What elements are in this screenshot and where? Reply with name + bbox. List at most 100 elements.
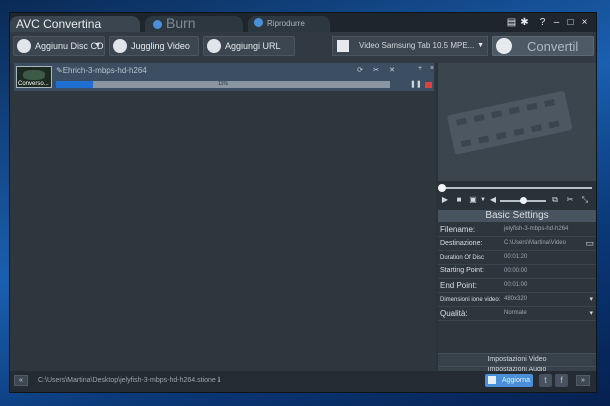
- profile-label: Video Samsung Tab 10.5 MPE...: [359, 41, 475, 50]
- chevron-down-icon: ▼: [477, 42, 484, 49]
- pin-icon[interactable]: ▤: [506, 17, 517, 28]
- start-value[interactable]: 00:00:00: [504, 268, 527, 274]
- help-icon[interactable]: ?: [537, 17, 548, 28]
- settings-row-start[interactable]: Starting Point: 00:00:00: [438, 266, 596, 279]
- file-name[interactable]: ✎Ehrich-3-mbps-hd-h264: [56, 66, 147, 75]
- add-url-icon: [207, 39, 221, 53]
- folder-icon[interactable]: ▭: [585, 238, 594, 249]
- play-tab-icon: [254, 18, 263, 27]
- player-controls: ▶ ■ ▣ ▼ ◀ ⧉ ✂ ⤡: [438, 194, 596, 207]
- duration-label: Duration Of Disc: [440, 255, 485, 261]
- seek-handle[interactable]: [438, 184, 446, 192]
- duration-value: 00:01:20: [504, 254, 528, 260]
- settings-row-destination[interactable]: Destinazione: C:\Users\Martina\Video ▭: [438, 238, 596, 251]
- add-url-button[interactable]: Aggiungi URL: [203, 36, 295, 56]
- progress-text: 11%: [218, 81, 228, 87]
- title-bar: AVC Convertina Burn Riprodurre ▤ ✱ ? – □…: [10, 13, 596, 32]
- settings-icon[interactable]: ✱: [519, 17, 530, 28]
- video-preview: [438, 63, 596, 181]
- destination-label: Destinazione:: [440, 240, 483, 247]
- refresh-icon[interactable]: ⟳: [356, 67, 364, 75]
- volume-icon[interactable]: ◀: [488, 195, 498, 205]
- output-profile-select[interactable]: Video Samsung Tab 10.5 MPE... ▼: [332, 36, 488, 56]
- tab-burn-label: Burn: [166, 16, 196, 31]
- burn-icon: [153, 20, 162, 29]
- seek-track: [442, 187, 592, 189]
- dimension-value[interactable]: 480x320: [504, 296, 527, 302]
- toolbar: Aggiunu Disc CD ▼ Juggling Video Aggiung…: [10, 32, 596, 63]
- fullscreen-icon[interactable]: ⤡: [580, 195, 590, 205]
- thumbnail-image: [23, 70, 45, 80]
- stop-icon[interactable]: [425, 82, 432, 88]
- filename-label: Filename:: [440, 225, 476, 234]
- settings-row-end[interactable]: End Point: 00:01:00: [438, 280, 596, 293]
- output-path: C:\Users\Martina\Desktop\jelyfish-3-mbps…: [38, 377, 221, 384]
- chevron-down-icon[interactable]: ▾: [589, 295, 593, 303]
- add-disc-button[interactable]: Aggiunu Disc CD ▼: [13, 36, 105, 56]
- play-icon[interactable]: ▶: [440, 195, 450, 205]
- tab-play[interactable]: Riprodurre: [248, 16, 330, 32]
- list-item[interactable]: Converso... ✎Ehrich-3-mbps-hd-h264 11% ⟳…: [14, 63, 434, 91]
- next-button[interactable]: »: [576, 375, 590, 386]
- update-label: Aggiorna: [501, 377, 530, 384]
- add-icon[interactable]: +: [416, 65, 424, 73]
- convert-icon: [496, 38, 512, 54]
- start-label: Starting Point:: [440, 267, 484, 274]
- app-window: AVC Convertina Burn Riprodurre ▤ ✱ ? – □…: [9, 12, 597, 393]
- add-video-label: Juggling Video: [131, 41, 190, 51]
- copy-icon[interactable]: ⧉: [550, 195, 560, 205]
- end-label: End Point:: [440, 281, 477, 290]
- remove-icon[interactable]: ×: [428, 65, 436, 73]
- tab-play-label: Riprodurre: [267, 19, 305, 28]
- scissors-icon[interactable]: ✂: [372, 67, 380, 75]
- tab-convert[interactable]: AVC Convertina: [10, 16, 140, 32]
- seek-bar[interactable]: [438, 183, 596, 193]
- settings-title: Basic Settings: [438, 210, 596, 222]
- thumbnail-caption: Converso...: [18, 81, 49, 87]
- progress-bar: 11%: [56, 81, 390, 88]
- quality-value[interactable]: Normale: [504, 310, 527, 316]
- basic-settings-panel: Basic Settings Filename: jelyfish-3-mbps…: [438, 210, 596, 371]
- chevron-down-icon[interactable]: ▼: [478, 195, 488, 205]
- file-list: Converso... ✎Ehrich-3-mbps-hd-h264 11% ⟳…: [10, 63, 436, 371]
- update-button[interactable]: Aggiorna: [485, 374, 533, 387]
- video-thumbnail: Converso...: [16, 66, 52, 88]
- settings-row-dimension[interactable]: Dimensioni ione video: 480x320 ▾: [438, 294, 596, 307]
- add-video-icon: [113, 39, 127, 53]
- dimension-label: Dimensioni ione video:: [440, 297, 501, 303]
- maximize-button[interactable]: □: [565, 17, 576, 28]
- close-button[interactable]: ×: [579, 17, 590, 28]
- convert-button[interactable]: Convertil: [492, 36, 594, 56]
- snapshot-icon[interactable]: ▣: [468, 195, 478, 205]
- settings-row-quality[interactable]: Qualità: Normale ▾: [438, 308, 596, 321]
- chevron-down-icon[interactable]: ▼: [94, 37, 101, 55]
- preview-panel: ▶ ■ ▣ ▼ ◀ ⧉ ✂ ⤡ Basic Settings Filename:…: [438, 63, 596, 371]
- chevron-down-icon[interactable]: ▾: [589, 309, 593, 317]
- add-url-label: Aggiungi URL: [225, 41, 281, 51]
- profile-icon: [337, 40, 349, 52]
- scissors-icon[interactable]: ✂: [565, 195, 575, 205]
- volume-handle[interactable]: [520, 197, 527, 204]
- tab-burn[interactable]: Burn: [145, 16, 243, 32]
- add-disc-icon: [17, 39, 31, 53]
- video-settings-button[interactable]: Impostazioni Video: [438, 353, 596, 366]
- minimize-button[interactable]: –: [551, 17, 562, 28]
- status-bar: « C:\Users\Martina\Desktop\jelyfish-3-mb…: [10, 371, 596, 392]
- stop-icon[interactable]: ■: [454, 195, 464, 205]
- add-video-button[interactable]: Juggling Video: [109, 36, 199, 56]
- prev-button[interactable]: «: [14, 375, 28, 386]
- facebook-icon[interactable]: f: [555, 374, 568, 387]
- filename-value[interactable]: jelyfish-3-mbps-hd-h264: [504, 226, 568, 232]
- pause-icon[interactable]: ❚❚: [410, 81, 422, 89]
- end-value[interactable]: 00:01:00: [504, 282, 527, 288]
- effects-icon[interactable]: ✕: [388, 67, 396, 75]
- settings-row-filename[interactable]: Filename: jelyfish-3-mbps-hd-h264: [438, 224, 596, 237]
- settings-row-duration: Duration Of Disc 00:01:20: [438, 252, 596, 265]
- home-icon: [488, 376, 496, 384]
- destination-value[interactable]: C:\Users\Martina\Video: [504, 240, 566, 246]
- film-reel-icon: [447, 91, 573, 155]
- twitter-icon[interactable]: t: [539, 374, 552, 387]
- quality-label: Qualità:: [440, 309, 468, 318]
- edit-icon: ✎: [56, 66, 63, 75]
- convert-label: Convertil: [527, 39, 579, 54]
